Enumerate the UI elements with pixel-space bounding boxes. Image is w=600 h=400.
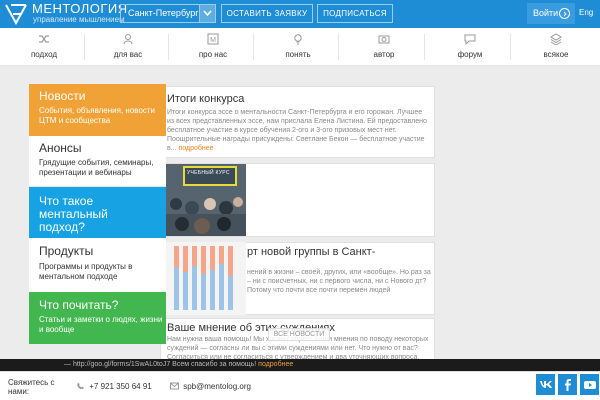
photo-caption: УЧЕБНЫЙ КУРС <box>187 170 230 176</box>
arrow-right-icon <box>559 8 570 19</box>
nav-item-label: автор <box>373 50 395 59</box>
nav-item-label: для вас <box>113 50 143 59</box>
chart-graphic <box>166 242 246 315</box>
nav-item-label: подход <box>30 50 58 59</box>
menu-item-products[interactable]: Продукты Программы и продукты в ментальн… <box>29 238 166 292</box>
nav-item-avtor[interactable]: автор <box>352 28 416 66</box>
nav-item-vsyakoe[interactable]: всякое <box>524 28 588 66</box>
site-header: МЕНТОЛОГИЯ управление мышлением Санкт-Пе… <box>0 0 600 28</box>
lightbulb-icon <box>294 34 302 45</box>
menu-item-title: Что почитать? <box>39 298 119 312</box>
phone-link[interactable]: +7 921 350 64 91 <box>76 382 152 391</box>
brand-tagline: управление мышлением <box>33 15 125 24</box>
facebook-icon[interactable] <box>558 374 577 395</box>
nav-item-dlya-vas[interactable]: для вас <box>96 28 160 66</box>
shuffle-icon <box>39 35 49 43</box>
nav-item-pro-nas[interactable]: M про нас <box>181 28 245 66</box>
menu-item-title: Новости <box>39 89 86 103</box>
menu-item-news[interactable]: Новости События, объявления, новости ЦТМ… <box>29 84 166 136</box>
menu-item-subtitle: Программы и продукты в ментальном подход… <box>39 262 133 281</box>
notice-bar: — http://goo.gl/forms/1SwAL0toJ7 Всем сп… <box>0 359 600 371</box>
phone-icon <box>77 383 84 390</box>
news-card-text: Итоги конкурса эссе о ментальности Санкт… <box>167 108 429 153</box>
nav-item-label: всякое <box>543 50 569 59</box>
m-box-icon: M <box>207 33 219 45</box>
news-card-title[interactable]: Итоги конкурса <box>167 93 244 105</box>
read-more-link[interactable]: подробнее <box>179 145 214 152</box>
menu-item-mental-approach[interactable]: Что такое ментальный подход? <box>29 187 166 238</box>
login-label: Войти <box>533 8 559 18</box>
language-switch[interactable]: Eng <box>579 8 593 17</box>
nav-item-forum[interactable]: форум <box>438 28 502 66</box>
nav-divider <box>84 34 85 60</box>
news-card-title[interactable]: рт новой группы в Санкт- <box>247 246 375 258</box>
layers-icon <box>550 33 562 45</box>
nav-item-ponyat[interactable]: понять <box>266 28 330 66</box>
apply-button[interactable]: ОСТАВИТЬ ЗАЯВКУ <box>221 4 313 23</box>
menu-item-subtitle: Статьи и заметки о людях, жизни и вообще <box>39 315 163 334</box>
notice-more-link[interactable]: подробнее <box>258 361 293 368</box>
login-button[interactable]: Войти <box>527 3 575 24</box>
news-photo[interactable]: УЧЕБНЫЙ КУРС <box>166 164 246 236</box>
phone-number: +7 921 350 64 91 <box>89 382 152 391</box>
svg-text:M: M <box>210 37 216 44</box>
chat-icon <box>464 34 476 45</box>
nav-item-label: про нас <box>198 50 228 59</box>
nav-divider <box>510 34 511 60</box>
menu-item-announcements[interactable]: Анонсы Грядущие события, семинары, презе… <box>29 136 166 187</box>
nav-divider <box>338 34 339 60</box>
menu-item-title: Что такое ментальный подход? <box>39 194 108 234</box>
nav-divider <box>424 34 425 60</box>
category-menu: Новости События, объявления, новости ЦТМ… <box>29 84 166 344</box>
nav-divider <box>253 34 254 60</box>
contact-label: Свяжитесь с нами: <box>8 378 55 396</box>
logo-icon[interactable] <box>4 3 28 25</box>
menu-item-subtitle: События, объявления, новости ЦТМ и сообщ… <box>39 106 156 125</box>
youtube-icon[interactable] <box>580 374 599 395</box>
vk-icon[interactable] <box>536 374 555 395</box>
menu-item-title: Продукты <box>39 244 94 258</box>
main-nav: подход для вас M про нас понять автор фо… <box>0 28 600 66</box>
city-select-value: Санкт-Петербург <box>128 8 199 18</box>
news-chart-image[interactable] <box>166 242 246 315</box>
nav-item-podhod[interactable]: подход <box>12 28 76 66</box>
nav-item-label: понять <box>285 50 311 59</box>
chevron-down-icon[interactable] <box>199 5 215 22</box>
menu-item-reading[interactable]: Что почитать? Статьи и заметки о людях, … <box>29 292 166 344</box>
email-address: spb@mentolog.org <box>183 382 251 391</box>
brand-title[interactable]: МЕНТОЛОГИЯ <box>32 2 128 16</box>
camera-icon <box>378 35 390 44</box>
news-card-text: нений в жизни – своей, других, или «вооб… <box>247 269 431 294</box>
site-footer: Свяжитесь с нами: +7 921 350 64 91 spb@m… <box>0 371 600 400</box>
person-icon <box>123 34 133 45</box>
email-link[interactable]: spb@mentolog.org <box>170 382 251 391</box>
city-select[interactable]: Санкт-Петербург <box>120 4 216 23</box>
news-card[interactable]: Итоги конкурса Итоги конкурса эссе о мен… <box>160 86 435 158</box>
mail-icon <box>170 382 179 390</box>
nav-item-label: форум <box>457 50 483 59</box>
menu-item-title: Анонсы <box>39 141 82 155</box>
subscribe-button[interactable]: ПОДПИСАТЬСЯ <box>317 4 393 23</box>
all-news-button[interactable]: ВСЕ НОВОСТИ <box>268 328 330 341</box>
menu-item-subtitle: Грядущие события, семинары, презентации … <box>39 158 154 177</box>
notice-text: — http://goo.gl/forms/1SwAL0toJ7 Всем сп… <box>64 361 257 368</box>
nav-divider <box>168 34 169 60</box>
